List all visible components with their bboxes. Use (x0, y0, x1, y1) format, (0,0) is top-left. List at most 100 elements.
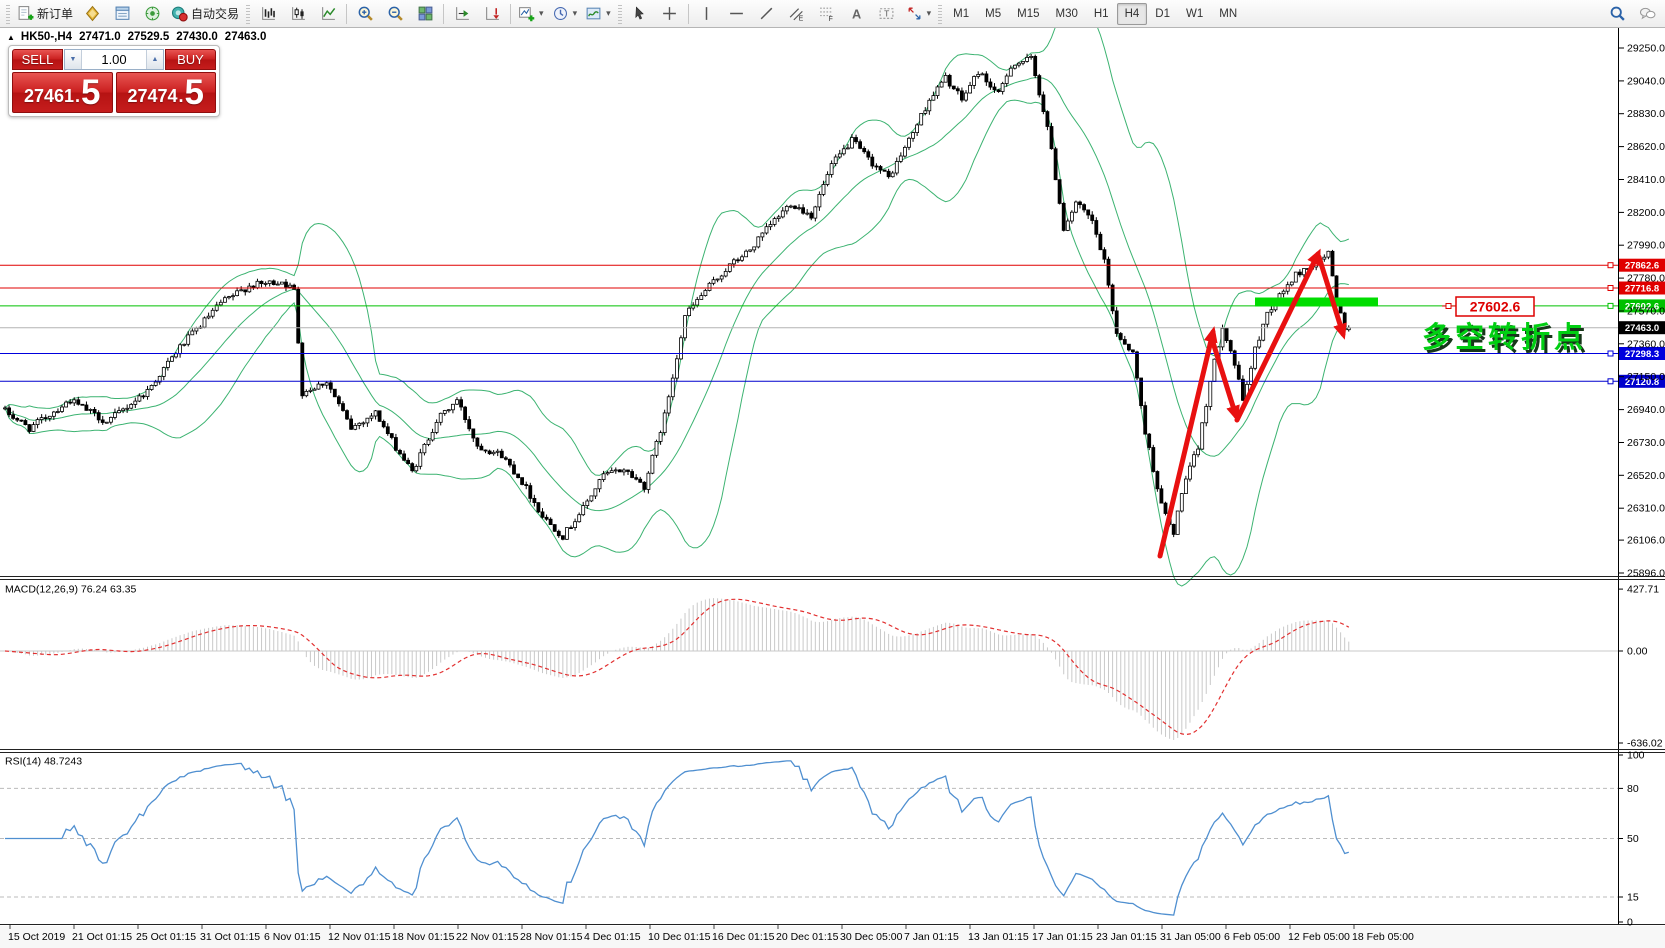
toolbar-grip[interactable] (6, 4, 10, 24)
text-label-button[interactable]: T (872, 2, 902, 26)
pivot-cn-text: 多空转折点 (1422, 320, 1587, 354)
svg-text:27298.3: 27298.3 (1625, 349, 1659, 360)
svg-text:427.71: 427.71 (1627, 584, 1659, 596)
auto-trading-button[interactable]: 自动交易 (167, 2, 243, 26)
svg-text:28410.0: 28410.0 (1627, 174, 1665, 186)
volume-input[interactable] (82, 50, 146, 69)
pivot-price-text: 27602.6 (1470, 299, 1521, 315)
ohlc-high: 27529.5 (128, 31, 170, 43)
timeframe-m15-button[interactable]: M15 (1009, 3, 1047, 25)
dropdown-arrow-icon[interactable]: ▾ (573, 8, 578, 19)
svg-text:27360.0: 27360.0 (1627, 338, 1665, 350)
timeframe-d1-button[interactable]: D1 (1147, 3, 1178, 25)
trendline-button[interactable] (752, 2, 782, 26)
chart-area[interactable]: 27862.627716.827602.627463.027298.327120… (0, 0, 1665, 948)
svg-text:28830.0: 28830.0 (1627, 108, 1665, 120)
chat-button[interactable] (1632, 2, 1662, 26)
dropdown-arrow-icon[interactable]: ▾ (539, 8, 544, 19)
svg-text:26520.0: 26520.0 (1627, 470, 1665, 482)
ohlc-open: 27471.0 (79, 31, 121, 43)
search-button[interactable] (1602, 2, 1632, 26)
zoom-in-button[interactable] (350, 2, 380, 26)
vline-icon (698, 5, 715, 22)
timeframe-h4-button[interactable]: H4 (1117, 3, 1148, 25)
new-chart-button[interactable]: ▾ (514, 2, 548, 26)
timeframe-m5-button[interactable]: M5 (977, 3, 1009, 25)
buy-button[interactable]: BUY (165, 49, 216, 70)
chart-shift-button[interactable] (447, 2, 477, 26)
volume-control: ▼ ▲ (64, 49, 164, 70)
chart-annotations[interactable]: 27602.6 多空转折点 多空转折点 MACD(12,26,9) 76.24 … (5, 254, 1590, 768)
templates-button[interactable]: ▾ (581, 2, 615, 26)
volume-increase-button[interactable]: ▲ (146, 50, 163, 69)
buy-price-button[interactable]: 27474.5 (116, 72, 217, 113)
svg-text:28 Nov 01:15: 28 Nov 01:15 (520, 931, 583, 943)
collapse-panel-toggle[interactable]: ▲ (7, 33, 15, 42)
timeframe-m1-button[interactable]: M1 (945, 3, 977, 25)
svg-text:21 Oct 01:15: 21 Oct 01:15 (72, 931, 132, 943)
profiles-button[interactable]: ▾ (548, 2, 582, 26)
zigzag-arrow-up-2[interactable] (1237, 254, 1318, 420)
navigator-button[interactable] (137, 2, 167, 26)
symbol-timeframe: HK50-,H4 (21, 31, 72, 43)
svg-text:27862.6: 27862.6 (1625, 261, 1659, 272)
toolbar-separator (688, 4, 689, 24)
new-order-button[interactable]: 新订单 (13, 2, 77, 26)
price-axis[interactable]: 29250.029040.028830.028620.028410.028200… (1618, 43, 1665, 929)
zoom-out-button[interactable] (380, 2, 410, 26)
timeframe-h1-button[interactable]: H1 (1086, 3, 1117, 25)
text-button[interactable]: A (842, 2, 872, 26)
cursor-button[interactable] (625, 2, 655, 26)
chart-shift-icon (454, 5, 471, 22)
fibonacci-button[interactable]: F (812, 2, 842, 26)
horizontal-line-button[interactable] (722, 2, 752, 26)
line-chart-button[interactable] (313, 2, 343, 26)
market-watch-button[interactable] (77, 2, 107, 26)
svg-text:12 Nov 01:15: 12 Nov 01:15 (328, 931, 391, 943)
svg-text:31 Oct 01:15: 31 Oct 01:15 (200, 931, 260, 943)
bar-chart-button[interactable] (253, 2, 283, 26)
svg-text:6 Feb 05:00: 6 Feb 05:00 (1224, 931, 1280, 943)
data-window-button[interactable] (107, 2, 137, 26)
tile-windows-button[interactable] (410, 2, 440, 26)
svg-text:15: 15 (1627, 892, 1639, 904)
candle-chart-button[interactable] (283, 2, 313, 26)
svg-text:31 Jan 05:00: 31 Jan 05:00 (1160, 931, 1221, 943)
crosshair-button[interactable] (655, 2, 685, 26)
svg-text:80: 80 (1627, 783, 1639, 795)
svg-text:A: A (852, 6, 861, 21)
ohlc-low: 27430.0 (176, 31, 218, 43)
hline-icon (728, 5, 745, 22)
templates-icon (585, 5, 602, 22)
toolbar-grip[interactable] (618, 4, 622, 24)
equidistant-channel-button[interactable]: E (782, 2, 812, 26)
vertical-line-button[interactable] (692, 2, 722, 26)
timeframe-w1-button[interactable]: W1 (1178, 3, 1211, 25)
auto-trading-icon (171, 5, 188, 22)
dropdown-arrow-icon[interactable]: ▾ (606, 8, 611, 19)
sell-button[interactable]: SELL (12, 49, 63, 70)
dropdown-arrow-icon[interactable]: ▾ (927, 8, 932, 19)
svg-text:12 Feb 05:00: 12 Feb 05:00 (1288, 931, 1350, 943)
volume-decrease-button[interactable]: ▼ (65, 50, 82, 69)
auto-scroll-button[interactable] (477, 2, 507, 26)
toolbar-grip[interactable] (938, 4, 942, 24)
arrows-button[interactable]: ▾ (902, 2, 936, 26)
price-level-lines[interactable]: 27862.627716.827602.627463.027298.327120… (0, 259, 1665, 388)
timeframe-mn-button[interactable]: MN (1211, 3, 1245, 25)
tile-windows-icon (417, 5, 434, 22)
buy-price-main: 27474 (127, 81, 177, 111)
svg-text:10 Dec 01:15: 10 Dec 01:15 (648, 931, 711, 943)
sell-price-pip: 5 (81, 75, 100, 111)
buy-price-pip: 5 (185, 75, 204, 111)
sell-price-button[interactable]: 27461.5 (12, 72, 113, 113)
timeframe-m30-button[interactable]: M30 (1048, 3, 1086, 25)
svg-text:4 Dec 01:15: 4 Dec 01:15 (584, 931, 641, 943)
svg-text:22 Nov 01:15: 22 Nov 01:15 (456, 931, 519, 943)
pivot-highlight-bar[interactable] (1255, 298, 1378, 307)
svg-text:50: 50 (1627, 833, 1639, 845)
toolbar-separator (443, 4, 444, 24)
macd-label: MACD(12,26,9) 76.24 63.35 (5, 584, 136, 596)
text-icon: A (848, 5, 865, 22)
toolbar-grip[interactable] (246, 4, 250, 24)
